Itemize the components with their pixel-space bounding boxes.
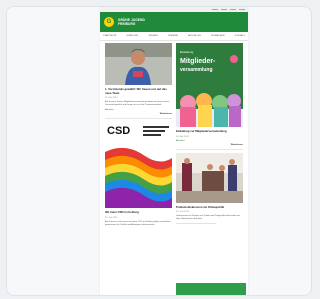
nav-item[interactable]: ÜBER UNS [127,35,138,37]
invitation-graphic-icon: Einladung Mitglieder- versammlung [176,43,243,127]
site-name-line2: FREIBURG [118,22,136,26]
post-title[interactable]: Wir beim CSD in Freiburg [105,211,172,215]
utility-link[interactable] [239,9,245,10]
website-preview: G GRÜNE JUGEND FREIBURG STARTSEITE ÜBER … [100,7,248,295]
post-excerpt: Auf unserer letzten Mitgliederversammlun… [105,101,170,107]
nav-item[interactable]: KONTAKT [235,35,245,37]
csd-poster-icon: CSD [105,122,172,209]
nav-item[interactable]: MITMACHEN [211,35,224,37]
post-date: 11. Mai 2023 [105,97,118,100]
svg-text:Einladung: Einladung [180,50,194,54]
event-photo-icon [176,152,243,203]
site-header: G GRÜNE JUGEND FREIBURG [100,12,248,32]
post-tags[interactable]: Aktuelles [176,140,243,142]
post-column-right: Einladung Mitglieder- versammlung Einlad… [176,43,243,225]
svg-text:Mitglieder-: Mitglieder- [180,58,216,65]
preview-card: G GRÜNE JUGEND FREIBURG STARTSEITE ÜBER … [6,6,312,296]
utility-link[interactable] [212,9,218,10]
nav-item[interactable]: AKTUELLES [188,35,201,37]
post-image[interactable]: CSD [105,122,172,209]
post-date: 20. Juni 2022 [176,211,190,214]
main-nav: STARTSEITE ÜBER UNS THEMEN TERMINE AKTUE… [100,32,248,41]
read-more-link[interactable]: Weiterlesen [176,144,243,146]
svg-text:versammlung: versammlung [180,67,213,73]
nav-item[interactable]: THEMEN [148,35,157,37]
bottom-banner[interactable] [176,283,246,295]
person-photo-icon [105,43,172,85]
post-date: 25. Juli 2022 [105,216,118,219]
utility-link[interactable] [221,9,227,10]
post-date: 05. Mai 2023 [176,135,189,138]
divider [176,148,243,150]
utility-link[interactable] [230,9,236,10]
divider [176,223,217,225]
post-title[interactable]: Podiumsdiskussion zur Klimapolitik [176,205,243,210]
post-excerpt: Gemeinsam mit Gästen aus Politik und Ziv… [176,215,240,221]
post-tags[interactable]: Aktuelles [105,109,172,111]
post-excerpt: Auch dieses Jahr waren wir beim CSD in F… [105,220,171,226]
read-more-link[interactable]: Weiterlesen [105,113,172,115]
nav-item[interactable]: STARTSEITE [103,35,116,37]
divider [105,118,172,120]
post-title[interactable]: 1. Vorsitzende gewählt: Wir freuen uns a… [105,87,172,95]
site-logo[interactable]: G [104,17,114,27]
post-title[interactable]: Einladung zur Mitgliederversammlung [176,129,243,134]
post-column-left: 1. Vorsitzende gewählt: Wir freuen uns a… [105,43,172,227]
post-image[interactable] [176,152,243,203]
nav-item[interactable]: TERMINE [168,35,178,37]
post-image[interactable]: Einladung Mitglieder- versammlung [176,43,243,127]
poster-text: CSD [107,125,130,137]
post-image[interactable] [105,43,172,85]
site-name[interactable]: GRÜNE JUGEND FREIBURG [118,18,145,26]
